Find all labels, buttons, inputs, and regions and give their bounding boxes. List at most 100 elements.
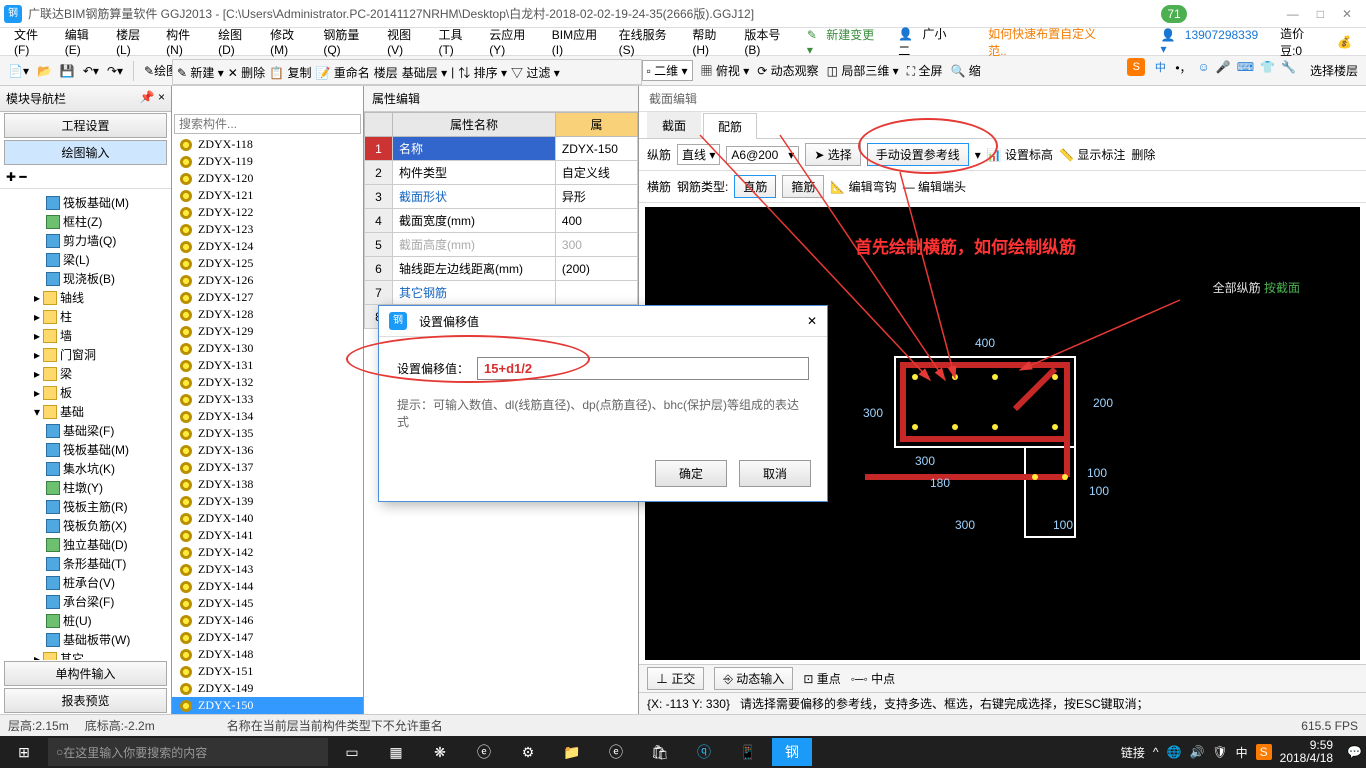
ime-tool-icon[interactable]: 🔧 — [1281, 60, 1296, 74]
qq-icon[interactable]: ⓠ — [684, 738, 724, 766]
floor-combo[interactable]: 楼层 — [374, 64, 398, 81]
menu-file[interactable]: 文件(F) — [8, 26, 57, 57]
tree-item[interactable]: ▸ 板 — [2, 383, 169, 402]
table-row[interactable]: 6轴线距左边线距离(mm)(200) — [365, 257, 638, 281]
tree-item[interactable]: 框柱(Z) — [2, 212, 169, 231]
tray-safe-icon[interactable]: 🛡 — [1212, 745, 1227, 759]
close-button[interactable]: ✕ — [1342, 7, 1352, 21]
minimize-button[interactable]: — — [1287, 7, 1299, 21]
tree-item[interactable]: 剪力墙(Q) — [2, 231, 169, 250]
menu-cloud[interactable]: 云应用(Y) — [483, 26, 544, 57]
show-label-button[interactable]: 📏 显示标注 — [1059, 146, 1125, 163]
manual-refline-button[interactable]: 手动设置参考线 — [867, 143, 969, 166]
delete-rebar-button[interactable]: 删除 — [1131, 146, 1155, 163]
delete-component-button[interactable]: ✕ 删除 — [228, 64, 265, 81]
report-preview-button[interactable]: 报表预览 — [4, 688, 167, 713]
list-item[interactable]: ZDYX-131 — [172, 357, 363, 374]
fullscreen-button[interactable]: ⛶ 全屏 — [907, 62, 943, 79]
orbit-button[interactable]: ⟳ 动态观察 — [757, 62, 818, 79]
view-mode-combo[interactable]: ▫ 二维 ▾ — [642, 60, 693, 81]
phone-link[interactable]: 13907298339 — [1179, 28, 1264, 42]
copy-component-button[interactable]: 📋 复制 — [269, 64, 311, 81]
table-row[interactable]: 2构件类型自定义线 — [365, 161, 638, 185]
tree-item[interactable]: 基础板带(W) — [2, 630, 169, 649]
ortho-button[interactable]: ⊥ 正交 — [647, 667, 704, 690]
basement-combo[interactable]: 基础层 ▾ — [402, 64, 447, 81]
midpoint-snap[interactable]: ◦─◦ 中点 — [851, 670, 895, 687]
list-item[interactable]: ZDYX-140 — [172, 510, 363, 527]
table-row[interactable]: 1名称ZDYX-150 — [365, 137, 638, 161]
link-label[interactable]: 链接 — [1121, 744, 1145, 761]
glodon-icon[interactable]: 钢 — [772, 738, 812, 766]
tree-item[interactable]: 桩(U) — [2, 611, 169, 630]
taskview-icon[interactable]: ▭ — [332, 738, 372, 766]
list-item[interactable]: ZDYX-138 — [172, 476, 363, 493]
list-item[interactable]: ZDYX-128 — [172, 306, 363, 323]
list-item[interactable]: ZDYX-127 — [172, 289, 363, 306]
menu-version[interactable]: 版本号(B) — [738, 26, 799, 57]
ok-button[interactable]: 确定 — [655, 460, 727, 487]
tree-item[interactable]: ▸ 门窗洞 — [2, 345, 169, 364]
tree-item[interactable]: 条形基础(T) — [2, 554, 169, 573]
settings-icon[interactable]: ⚙ — [508, 738, 548, 766]
tree-item[interactable]: 承台梁(F) — [2, 592, 169, 611]
list-item[interactable]: ZDYX-122 — [172, 204, 363, 221]
app1-icon[interactable]: ▦ — [376, 738, 416, 766]
list-item[interactable]: ZDYX-124 — [172, 238, 363, 255]
table-row[interactable]: 5截面高度(mm)300 — [365, 233, 638, 257]
line-type-combo[interactable]: 直线 ▾ — [677, 144, 720, 165]
tree-item[interactable]: ▸ 柱 — [2, 307, 169, 326]
tab-rebar[interactable]: 配筋 — [703, 113, 757, 139]
calc-icon[interactable]: 📱 — [728, 738, 768, 766]
set-elev-button[interactable]: 📊 设置标高 — [987, 146, 1053, 163]
filter-button[interactable]: ▽ 过滤 ▾ — [511, 64, 560, 81]
zoom-button[interactable]: 🔍 缩 — [950, 62, 980, 79]
ime-kbd-icon[interactable]: ⌨ — [1237, 60, 1254, 74]
select-button[interactable]: ➤ 选择 — [805, 143, 860, 166]
dyn-input-button[interactable]: ⎆ 动态输入 — [714, 667, 793, 690]
list-item[interactable]: ZDYX-120 — [172, 170, 363, 187]
tree-item[interactable]: 独立基础(D) — [2, 535, 169, 554]
tree-item[interactable]: ▸ 其它 — [2, 649, 169, 660]
new-component-button[interactable]: ✎ 新建 ▾ — [177, 64, 224, 81]
redo-icon[interactable]: ↷▾ — [107, 64, 123, 78]
maximize-button[interactable]: □ — [1317, 7, 1324, 21]
menu-tools[interactable]: 工具(T) — [432, 26, 481, 57]
list-item[interactable]: ZDYX-121 — [172, 187, 363, 204]
save-icon[interactable]: 💾 — [60, 64, 75, 78]
single-component-button[interactable]: 单构件输入 — [4, 661, 167, 686]
tree-item[interactable]: ▾ 基础 — [2, 402, 169, 421]
menu-edit[interactable]: 编辑(E) — [59, 26, 108, 57]
notif-badge[interactable]: 71 — [1161, 5, 1186, 23]
menu-modify[interactable]: 修改(M) — [264, 26, 315, 57]
ime-s-icon[interactable]: S — [1127, 58, 1145, 76]
list-item[interactable]: ZDYX-118 — [172, 136, 363, 153]
clock[interactable]: 9:592018/4/18 — [1280, 739, 1339, 765]
tray-lang-icon[interactable]: 中 — [1236, 744, 1248, 761]
menu-floor[interactable]: 楼层(L) — [110, 26, 158, 57]
property-table[interactable]: 属性名称属 1名称ZDYX-1502构件类型自定义线3截面形状异形4截面宽度(m… — [364, 112, 638, 329]
tree-item[interactable]: 集水坑(K) — [2, 459, 169, 478]
menu-help[interactable]: 帮助(H) — [686, 26, 736, 57]
tree-item[interactable]: 筏板基础(M) — [2, 440, 169, 459]
tray-vol-icon[interactable]: 🔊 — [1189, 745, 1204, 759]
list-item[interactable]: ZDYX-132 — [172, 374, 363, 391]
sort-button[interactable]: ⇅ 排序 ▾ — [458, 64, 507, 81]
select-floor-button[interactable]: 选择楼层 — [1310, 62, 1358, 79]
list-item[interactable]: ZDYX-119 — [172, 153, 363, 170]
tray-up-icon[interactable]: ^ — [1153, 745, 1159, 759]
tray-net-icon[interactable]: 🌐 — [1166, 745, 1181, 759]
list-item[interactable]: ZDYX-135 — [172, 425, 363, 442]
stirrup-button[interactable]: 箍筋 — [782, 175, 824, 198]
user-name[interactable]: 广小二 — [898, 27, 946, 58]
search-input[interactable] — [174, 114, 361, 134]
list-item[interactable]: ZDYX-133 — [172, 391, 363, 408]
tree-item[interactable]: ▸ 墙 — [2, 326, 169, 345]
app2-icon[interactable]: ❋ — [420, 738, 460, 766]
category-tree[interactable]: 筏板基础(M) 框柱(Z) 剪力墙(Q) 梁(L) 现浇板(B)▸ 轴线▸ 柱▸… — [0, 189, 171, 660]
tray-ime-icon[interactable]: S — [1256, 744, 1272, 760]
draw-input-button[interactable]: 绘图输入 — [4, 140, 167, 165]
tree-item[interactable]: 筏板负筋(X) — [2, 516, 169, 535]
table-row[interactable]: 4截面宽度(mm)400 — [365, 209, 638, 233]
project-settings-button[interactable]: 工程设置 — [4, 113, 167, 138]
